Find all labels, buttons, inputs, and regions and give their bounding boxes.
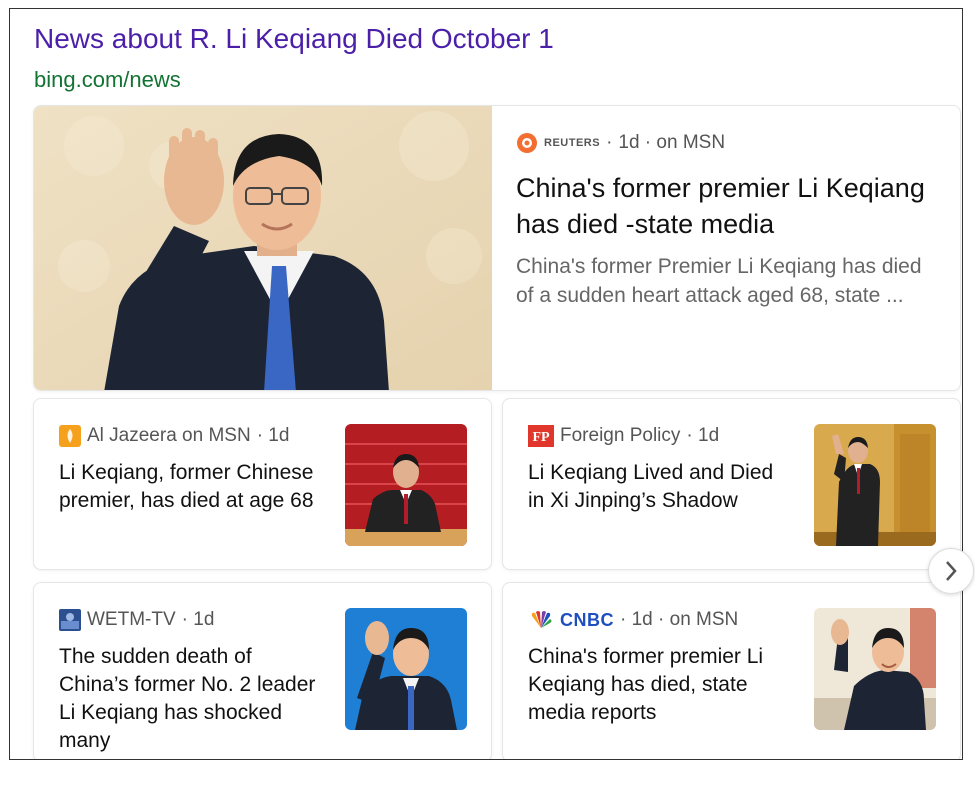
source-url[interactable]: bing.com/news bbox=[34, 67, 181, 93]
top-story-image bbox=[34, 106, 492, 390]
wetm-logo-icon bbox=[59, 609, 81, 631]
meta-separator: · bbox=[606, 132, 613, 153]
card-meta: WETM-TV · 1d bbox=[59, 609, 319, 631]
news-card-aljazeera[interactable]: Al Jazeera on MSN · 1d Li Keqiang, forme… bbox=[33, 398, 492, 570]
card-age: · 1d bbox=[256, 425, 290, 446]
card-thumbnail bbox=[345, 608, 467, 730]
cnbc-wordmark: CNBC bbox=[560, 609, 614, 630]
top-story-age: 1d · on MSN bbox=[618, 132, 726, 153]
card-age: · 1d bbox=[686, 425, 720, 446]
top-story-headline[interactable]: China's former premier Li Keqiang has di… bbox=[516, 170, 942, 242]
reuters-wordmark: REUTERS bbox=[544, 137, 601, 149]
top-story-meta: REUTERS · 1d · on MSN bbox=[516, 132, 942, 154]
news-card-cnbc[interactable]: CNBC · 1d · on MSN China's former premie… bbox=[502, 582, 961, 759]
card-age: · 1d bbox=[181, 609, 215, 630]
card-text: CNBC · 1d · on MSN China's former premie… bbox=[528, 609, 788, 727]
card-headline[interactable]: The sudden death of China’s former No. 2… bbox=[59, 643, 319, 755]
card-meta: Al Jazeera on MSN · 1d bbox=[59, 425, 319, 447]
card-headline[interactable]: China's former premier Li Keqiang has di… bbox=[528, 643, 788, 727]
card-headline[interactable]: Li Keqiang Lived and Died in Xi Jinping’… bbox=[528, 459, 788, 515]
card-meta: FP Foreign Policy · 1d bbox=[528, 425, 788, 447]
card-source: WETM-TV bbox=[87, 609, 176, 630]
carousel-next-button[interactable] bbox=[928, 548, 974, 594]
card-source: Al Jazeera on MSN bbox=[87, 425, 251, 446]
news-carousel: News about R. Li Keqiang Died October 1 … bbox=[9, 8, 963, 760]
card-text: FP Foreign Policy · 1d Li Keqiang Lived … bbox=[528, 425, 788, 515]
card-age: · 1d · on MSN bbox=[620, 609, 739, 630]
card-text: Al Jazeera on MSN · 1d Li Keqiang, forme… bbox=[59, 425, 319, 515]
news-card-wetm[interactable]: WETM-TV · 1d The sudden death of China’s… bbox=[33, 582, 492, 759]
news-card-foreign-policy[interactable]: FP Foreign Policy · 1d Li Keqiang Lived … bbox=[502, 398, 961, 570]
fp-logo-text: FP bbox=[532, 430, 550, 445]
card-thumbnail bbox=[345, 424, 467, 546]
card-meta: CNBC · 1d · on MSN bbox=[528, 609, 788, 631]
top-story-card[interactable]: REUTERS · 1d · on MSN China's former pre… bbox=[33, 105, 961, 391]
card-source: Foreign Policy bbox=[560, 425, 681, 446]
card-headline[interactable]: Li Keqiang, former Chinese premier, has … bbox=[59, 459, 319, 515]
top-story-text: REUTERS · 1d · on MSN China's former pre… bbox=[516, 106, 942, 310]
cnbc-peacock-logo-icon bbox=[528, 610, 554, 630]
card-thumbnail bbox=[814, 608, 936, 730]
top-story-snippet: China's former Premier Li Keqiang has di… bbox=[516, 255, 922, 307]
chevron-right-icon bbox=[944, 560, 958, 582]
card-text: WETM-TV · 1d The sudden death of China’s… bbox=[59, 609, 319, 755]
news-title-link[interactable]: News about R. Li Keqiang Died October 1 bbox=[34, 23, 554, 55]
card-thumbnail bbox=[814, 424, 936, 546]
foreign-policy-logo-icon: FP bbox=[528, 425, 554, 447]
reuters-logo-icon bbox=[516, 132, 538, 154]
aljazeera-logo-icon bbox=[59, 425, 81, 447]
